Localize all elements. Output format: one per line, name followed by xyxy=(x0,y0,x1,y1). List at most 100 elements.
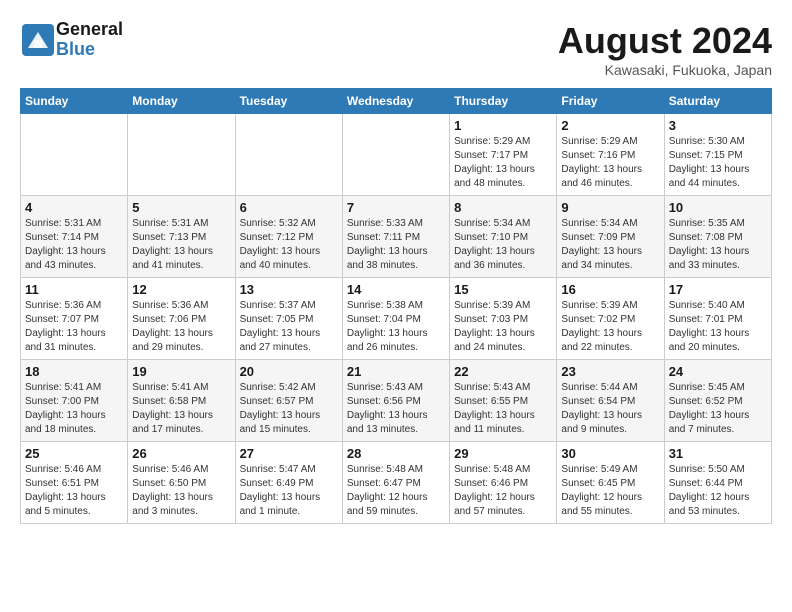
day-info: Sunrise: 5:31 AM Sunset: 7:13 PM Dayligh… xyxy=(132,217,230,273)
day-info: Sunrise: 5:34 AM Sunset: 7:09 PM Dayligh… xyxy=(561,217,659,273)
day-number: 26 xyxy=(132,446,230,461)
calendar-cell: 8 Sunrise: 5:34 AM Sunset: 7:10 PM Daylig… xyxy=(450,196,557,278)
day-info: Sunrise: 5:46 AM Sunset: 6:51 PM Dayligh… xyxy=(25,463,123,519)
day-info: Sunrise: 5:34 AM Sunset: 7:10 PM Dayligh… xyxy=(454,217,552,273)
weekday-header: Thursday xyxy=(450,89,557,114)
calendar-cell: 30 Sunrise: 5:49 AM Sunset: 6:45 PM Dayli… xyxy=(557,442,664,524)
calendar: SundayMondayTuesdayWednesdayThursdayFrid… xyxy=(20,88,772,524)
day-number: 2 xyxy=(561,118,659,133)
calendar-cell: 20Sunrise: 5:42 AM Sunset: 6:57 PM Dayli… xyxy=(235,360,342,442)
calendar-cell: 27Sunrise: 5:47 AM Sunset: 6:49 PM Dayli… xyxy=(235,442,342,524)
day-number: 14 xyxy=(347,282,445,297)
day-number: 5 xyxy=(132,200,230,215)
calendar-cell: 19 Sunrise: 5:41 AM Sunset: 6:58 PM Dayli… xyxy=(128,360,235,442)
day-info: Sunrise: 5:49 AM Sunset: 6:45 PM Dayligh… xyxy=(561,463,659,519)
day-info: Sunrise: 5:45 AM Sunset: 6:52 PM Dayligh… xyxy=(669,381,767,437)
logo-text: General Blue xyxy=(56,20,123,60)
day-number: 25 xyxy=(25,446,123,461)
calendar-cell: 1 Sunrise: 5:29 AM Sunset: 7:17 PM Daylig… xyxy=(450,114,557,196)
day-number: 24 xyxy=(669,364,767,379)
day-info: Sunrise: 5:31 AM Sunset: 7:14 PM Dayligh… xyxy=(25,217,123,273)
calendar-cell: 12 Sunrise: 5:36 AM Sunset: 7:06 PM Dayli… xyxy=(128,278,235,360)
day-number: 8 xyxy=(454,200,552,215)
calendar-cell: 3 Sunrise: 5:30 AM Sunset: 7:15 PM Daylig… xyxy=(664,114,771,196)
day-number: 6 xyxy=(240,200,338,215)
calendar-cell: 15 Sunrise: 5:39 AM Sunset: 7:03 PM Dayli… xyxy=(450,278,557,360)
day-number: 4 xyxy=(25,200,123,215)
calendar-cell: 4 Sunrise: 5:31 AM Sunset: 7:14 PM Daylig… xyxy=(21,196,128,278)
calendar-week-row: 4 Sunrise: 5:31 AM Sunset: 7:14 PM Daylig… xyxy=(21,196,772,278)
calendar-cell xyxy=(342,114,449,196)
day-info: Sunrise: 5:41 AM Sunset: 6:58 PM Dayligh… xyxy=(132,381,230,437)
day-number: 7 xyxy=(347,200,445,215)
day-info: Sunrise: 5:43 AM Sunset: 6:56 PM Dayligh… xyxy=(347,381,445,437)
calendar-cell xyxy=(128,114,235,196)
day-number: 17 xyxy=(669,282,767,297)
calendar-week-row: 25 Sunrise: 5:46 AM Sunset: 6:51 PM Dayli… xyxy=(21,442,772,524)
calendar-cell: 13Sunrise: 5:37 AM Sunset: 7:05 PM Dayli… xyxy=(235,278,342,360)
day-number: 29 xyxy=(454,446,552,461)
day-number: 20 xyxy=(240,364,338,379)
calendar-cell: 18Sunrise: 5:41 AM Sunset: 7:00 PM Dayli… xyxy=(21,360,128,442)
day-info: Sunrise: 5:50 AM Sunset: 6:44 PM Dayligh… xyxy=(669,463,767,519)
day-number: 22 xyxy=(454,364,552,379)
day-number: 30 xyxy=(561,446,659,461)
calendar-cell: 28Sunrise: 5:48 AM Sunset: 6:47 PM Dayli… xyxy=(342,442,449,524)
day-info: Sunrise: 5:36 AM Sunset: 7:06 PM Dayligh… xyxy=(132,299,230,355)
day-info: Sunrise: 5:29 AM Sunset: 7:17 PM Dayligh… xyxy=(454,135,552,191)
weekday-header-row: SundayMondayTuesdayWednesdayThursdayFrid… xyxy=(21,89,772,114)
calendar-cell: 23Sunrise: 5:44 AM Sunset: 6:54 PM Dayli… xyxy=(557,360,664,442)
logo-icon xyxy=(20,22,56,58)
day-number: 15 xyxy=(454,282,552,297)
day-info: Sunrise: 5:39 AM Sunset: 7:03 PM Dayligh… xyxy=(454,299,552,355)
logo-general: General xyxy=(56,20,123,40)
day-number: 12 xyxy=(132,282,230,297)
calendar-cell xyxy=(235,114,342,196)
calendar-cell: 16 Sunrise: 5:39 AM Sunset: 7:02 PM Dayli… xyxy=(557,278,664,360)
calendar-cell: 21Sunrise: 5:43 AM Sunset: 6:56 PM Dayli… xyxy=(342,360,449,442)
day-number: 31 xyxy=(669,446,767,461)
calendar-cell: 25 Sunrise: 5:46 AM Sunset: 6:51 PM Dayli… xyxy=(21,442,128,524)
day-number: 1 xyxy=(454,118,552,133)
location: Kawasaki, Fukuoka, Japan xyxy=(558,62,772,78)
day-info: Sunrise: 5:29 AM Sunset: 7:16 PM Dayligh… xyxy=(561,135,659,191)
header: General Blue August 2024 Kawasaki, Fukuo… xyxy=(20,20,772,78)
logo: General Blue xyxy=(20,20,123,60)
day-number: 3 xyxy=(669,118,767,133)
calendar-week-row: 11 Sunrise: 5:36 AM Sunset: 7:07 PM Dayli… xyxy=(21,278,772,360)
day-info: Sunrise: 5:32 AM Sunset: 7:12 PM Dayligh… xyxy=(240,217,338,273)
day-number: 11 xyxy=(25,282,123,297)
day-info: Sunrise: 5:48 AM Sunset: 6:46 PM Dayligh… xyxy=(454,463,552,519)
calendar-cell: 17Sunrise: 5:40 AM Sunset: 7:01 PM Dayli… xyxy=(664,278,771,360)
day-number: 19 xyxy=(132,364,230,379)
weekday-header: Tuesday xyxy=(235,89,342,114)
calendar-cell: 29 Sunrise: 5:48 AM Sunset: 6:46 PM Dayli… xyxy=(450,442,557,524)
calendar-cell: 11 Sunrise: 5:36 AM Sunset: 7:07 PM Dayli… xyxy=(21,278,128,360)
day-info: Sunrise: 5:33 AM Sunset: 7:11 PM Dayligh… xyxy=(347,217,445,273)
day-number: 13 xyxy=(240,282,338,297)
calendar-cell: 6 Sunrise: 5:32 AM Sunset: 7:12 PM Daylig… xyxy=(235,196,342,278)
day-number: 10 xyxy=(669,200,767,215)
logo-blue: Blue xyxy=(56,40,123,60)
calendar-cell: 5 Sunrise: 5:31 AM Sunset: 7:13 PM Daylig… xyxy=(128,196,235,278)
day-info: Sunrise: 5:36 AM Sunset: 7:07 PM Dayligh… xyxy=(25,299,123,355)
weekday-header: Friday xyxy=(557,89,664,114)
calendar-cell: 10Sunrise: 5:35 AM Sunset: 7:08 PM Dayli… xyxy=(664,196,771,278)
calendar-cell: 24 Sunrise: 5:45 AM Sunset: 6:52 PM Dayli… xyxy=(664,360,771,442)
weekday-header: Sunday xyxy=(21,89,128,114)
calendar-cell xyxy=(21,114,128,196)
calendar-week-row: 18Sunrise: 5:41 AM Sunset: 7:00 PM Dayli… xyxy=(21,360,772,442)
day-number: 9 xyxy=(561,200,659,215)
calendar-cell: 22Sunrise: 5:43 AM Sunset: 6:55 PM Dayli… xyxy=(450,360,557,442)
day-info: Sunrise: 5:39 AM Sunset: 7:02 PM Dayligh… xyxy=(561,299,659,355)
calendar-cell: 7 Sunrise: 5:33 AM Sunset: 7:11 PM Daylig… xyxy=(342,196,449,278)
weekday-header: Wednesday xyxy=(342,89,449,114)
day-number: 28 xyxy=(347,446,445,461)
day-number: 23 xyxy=(561,364,659,379)
day-info: Sunrise: 5:30 AM Sunset: 7:15 PM Dayligh… xyxy=(669,135,767,191)
day-number: 16 xyxy=(561,282,659,297)
title-area: August 2024 Kawasaki, Fukuoka, Japan xyxy=(558,20,772,78)
day-info: Sunrise: 5:41 AM Sunset: 7:00 PM Dayligh… xyxy=(25,381,123,437)
day-info: Sunrise: 5:47 AM Sunset: 6:49 PM Dayligh… xyxy=(240,463,338,519)
weekday-header: Monday xyxy=(128,89,235,114)
